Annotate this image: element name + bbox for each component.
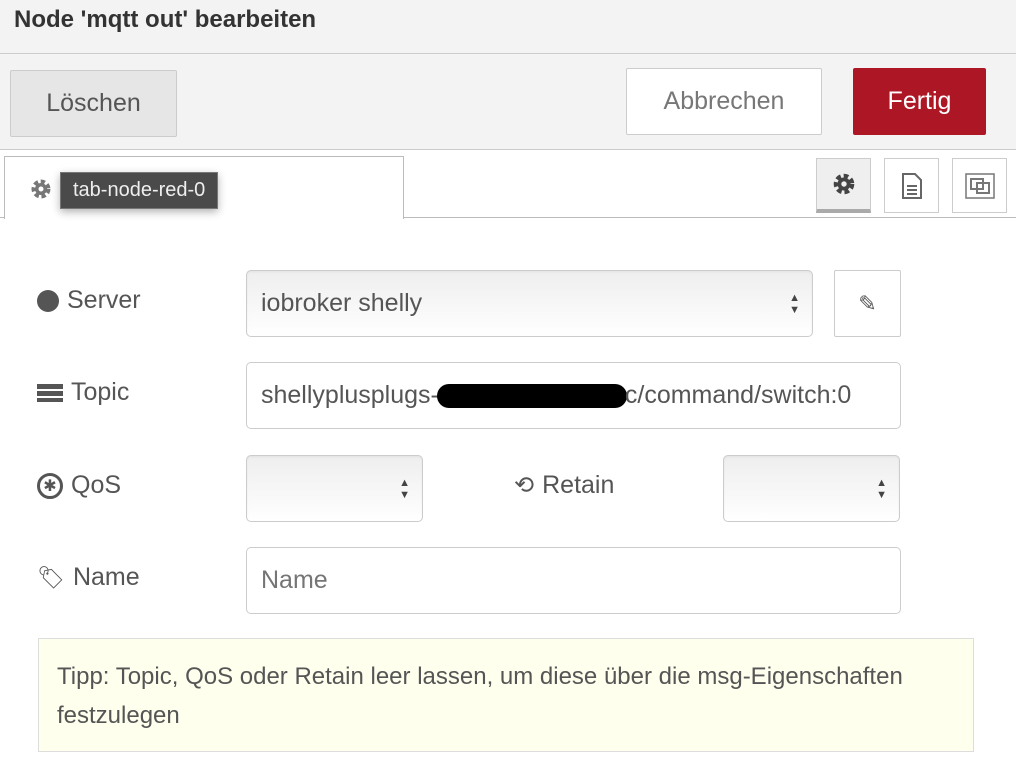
gear-icon (31, 179, 51, 199)
cancel-button[interactable]: Abbrechen (626, 68, 822, 135)
select-arrows-icon: ▲ ▼ (399, 476, 410, 501)
tag-icon: 🏷 (37, 564, 65, 590)
topic-label: Topic (37, 378, 129, 407)
name-input[interactable] (246, 547, 901, 614)
pencil-icon: ✎ (858, 290, 877, 316)
server-label: Server (37, 286, 141, 315)
server-select[interactable]: iobroker shelly ▲ ▼ (246, 270, 813, 337)
empire-icon: ✱ (37, 472, 63, 499)
select-arrows-icon: ▲ ▼ (789, 291, 800, 316)
description-tab-button[interactable] (884, 158, 939, 213)
qos-label: ✱ QoS (37, 471, 121, 500)
retain-label: ⟲ Retain (514, 471, 615, 499)
edit-server-button[interactable]: ✎ (834, 270, 901, 337)
done-button[interactable]: Fertig (853, 68, 986, 135)
select-arrows-icon: ▲ ▼ (876, 476, 887, 501)
delete-button[interactable]: Löschen (10, 70, 177, 137)
history-icon: ⟲ (514, 472, 535, 499)
qos-select[interactable]: ▲ ▼ (246, 455, 423, 522)
globe-icon (37, 289, 59, 312)
frame-icon (964, 172, 995, 199)
appearance-tab-button[interactable] (952, 158, 1007, 213)
redaction (436, 383, 627, 408)
tip-box: Tipp: Topic, QoS oder Retain leer lassen… (38, 638, 974, 752)
tooltip: tab-node-red-0 (60, 172, 219, 209)
document-icon (901, 172, 922, 199)
topic-input[interactable]: shellyplusplugs-c/command/switch:0 (246, 362, 901, 429)
dialog-title: Node 'mqtt out' bearbeiten (14, 6, 317, 33)
retain-select[interactable]: ▲ ▼ (723, 455, 900, 522)
gear-icon (833, 173, 854, 195)
dialog-titlebar: Node 'mqtt out' bearbeiten (0, 0, 1016, 54)
name-label: 🏷 Name (37, 563, 140, 591)
dialog-toolbar: Löschen Abbrechen Fertig (0, 54, 1016, 150)
tasks-icon (37, 383, 63, 402)
properties-tab-button[interactable] (816, 158, 871, 213)
